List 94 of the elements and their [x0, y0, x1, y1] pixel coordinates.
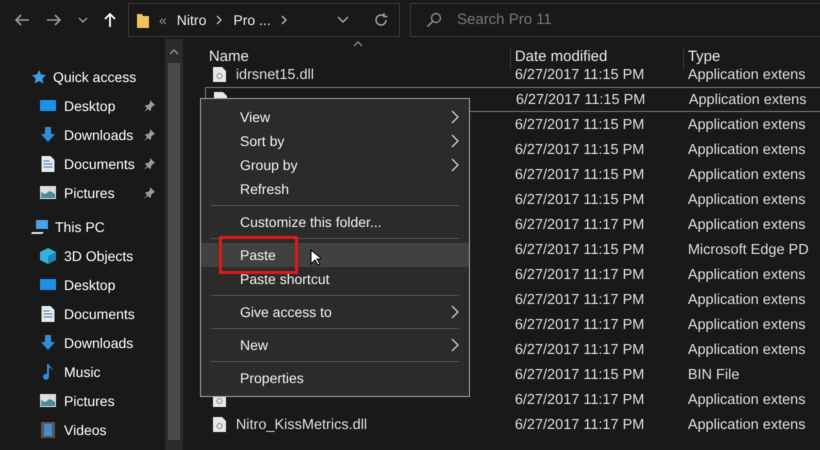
desktop-icon [40, 278, 56, 291]
search-icon [426, 12, 442, 28]
chevron-down-icon[interactable] [78, 16, 88, 22]
dll-file-icon [212, 67, 226, 82]
scrollbar[interactable] [164, 39, 183, 450]
sidebar-item[interactable]: Downloads [0, 120, 165, 149]
breadcrumb[interactable]: Pro ... [233, 12, 271, 28]
back-icon[interactable] [14, 12, 30, 26]
file-type: Microsoft Edge PD [688, 242, 809, 258]
chevron-up-icon[interactable] [168, 49, 179, 55]
menu-item[interactable]: Paste [201, 243, 469, 267]
dll-file-icon [212, 417, 226, 432]
download-icon [40, 334, 56, 350]
file-name: Nitro_KissMetrics.dll [236, 416, 368, 432]
pin-icon[interactable] [142, 186, 155, 198]
sidebar-item[interactable]: Documents [0, 149, 165, 178]
menu-item[interactable]: Customize this folder... [201, 210, 469, 234]
pin-icon[interactable] [142, 158, 155, 170]
pin-icon[interactable] [142, 128, 155, 140]
menu-item[interactable]: Group by [201, 153, 469, 177]
folder-icon [137, 12, 149, 28]
date-modified: 6/27/2017 11:17 PM [514, 316, 644, 332]
sidebar-item[interactable]: 3D Objects [0, 241, 165, 270]
pin-icon[interactable] [142, 100, 155, 112]
search-field[interactable]: Search Pro 11 [410, 2, 820, 36]
up-icon[interactable] [104, 12, 116, 28]
file-type: Application extens [688, 142, 806, 158]
date-modified: 6/27/2017 11:15 PM [514, 366, 644, 382]
date-modified: 6/27/2017 11:15 PM [514, 142, 644, 158]
address-bar[interactable]: « Nitro Pro ... [128, 2, 400, 36]
film-icon [40, 422, 56, 438]
file-type: Application extens [688, 416, 806, 432]
chevron-right-icon[interactable] [280, 14, 288, 24]
column-header[interactable]: Type [684, 48, 820, 69]
picture-icon [40, 186, 56, 199]
date-modified: 6/27/2017 11:15 PM [514, 242, 644, 258]
date-modified: 6/27/2017 11:17 PM [514, 392, 644, 408]
sidebar-item[interactable]: Downloads [0, 328, 165, 357]
sidebar-item[interactable]: Music [0, 357, 165, 386]
chevron-right-icon[interactable] [216, 14, 224, 24]
desktop-icon [40, 99, 56, 112]
date-modified: 6/27/2017 11:15 PM [514, 116, 644, 132]
chevron-down-icon[interactable] [337, 16, 349, 23]
file-type: Application extens [688, 66, 806, 82]
date-modified: 6/27/2017 11:17 PM [514, 342, 644, 358]
document-icon [40, 306, 56, 322]
sidebar-item[interactable]: Pictures [0, 178, 165, 207]
date-modified: 6/27/2017 11:15 PM [516, 92, 646, 108]
menu-item[interactable]: Refresh [201, 177, 469, 201]
sidebar-item[interactable]: Documents [0, 299, 165, 328]
sidebar-item[interactable]: Videos [0, 415, 165, 444]
document-icon [40, 156, 56, 172]
sidebar-item[interactable]: Desktop [0, 91, 165, 120]
file-type: Application extens [688, 192, 806, 208]
file-type: Application extens [688, 166, 806, 182]
sidebar-item[interactable]: This PC [0, 213, 165, 241]
sidebar-item[interactable]: Quick access [0, 63, 165, 91]
date-modified: 6/27/2017 11:17 PM [514, 292, 644, 308]
file-type: BIN File [688, 366, 740, 382]
date-modified: 6/27/2017 11:17 PM [514, 416, 644, 432]
file-type: Application extens [688, 266, 806, 282]
cursor-icon [310, 249, 321, 266]
file-type: Application extens [688, 392, 806, 408]
date-modified: 6/27/2017 11:15 PM [514, 166, 644, 182]
date-modified: 6/27/2017 11:17 PM [514, 266, 644, 282]
file-type: Application extens [688, 316, 806, 332]
date-modified: 6/27/2017 11:17 PM [514, 216, 644, 232]
file-name: idrsnet15.dll [236, 66, 314, 82]
refresh-icon[interactable] [373, 12, 389, 28]
menu-item[interactable]: Properties [201, 366, 469, 390]
sidebar-item[interactable]: Desktop [0, 270, 165, 299]
sidebar-item[interactable]: Pictures [0, 386, 165, 415]
file-type: Application extens [688, 342, 806, 358]
file-type: Application extens [688, 92, 806, 108]
file-type: Application extens [688, 216, 806, 232]
column-header[interactable]: Date modified [510, 48, 684, 69]
breadcrumb[interactable]: Nitro [176, 12, 206, 28]
forward-icon[interactable] [46, 12, 62, 26]
file-row[interactable]: Nitro_KissMetrics.dll 6/27/2017 11:17 PM Application extens [204, 412, 820, 437]
menu-item[interactable]: Paste shortcut [201, 267, 469, 291]
date-modified: 6/27/2017 11:15 PM [514, 192, 644, 208]
picture-icon [40, 394, 56, 407]
menu-item[interactable]: Sort by [201, 129, 469, 153]
star-icon [31, 69, 47, 85]
date-modified: 6/27/2017 11:15 PM [514, 66, 644, 82]
download-icon [40, 126, 56, 142]
menu-item[interactable]: New [201, 333, 469, 357]
menu-item[interactable]: Give access to [201, 300, 469, 324]
music-note-icon [40, 364, 56, 380]
file-type: Application extens [688, 116, 806, 132]
file-type: Application extens [688, 292, 806, 308]
computer-icon [31, 219, 49, 235]
breadcrumb-overflow[interactable]: « [159, 12, 167, 28]
cube-icon [40, 248, 56, 264]
